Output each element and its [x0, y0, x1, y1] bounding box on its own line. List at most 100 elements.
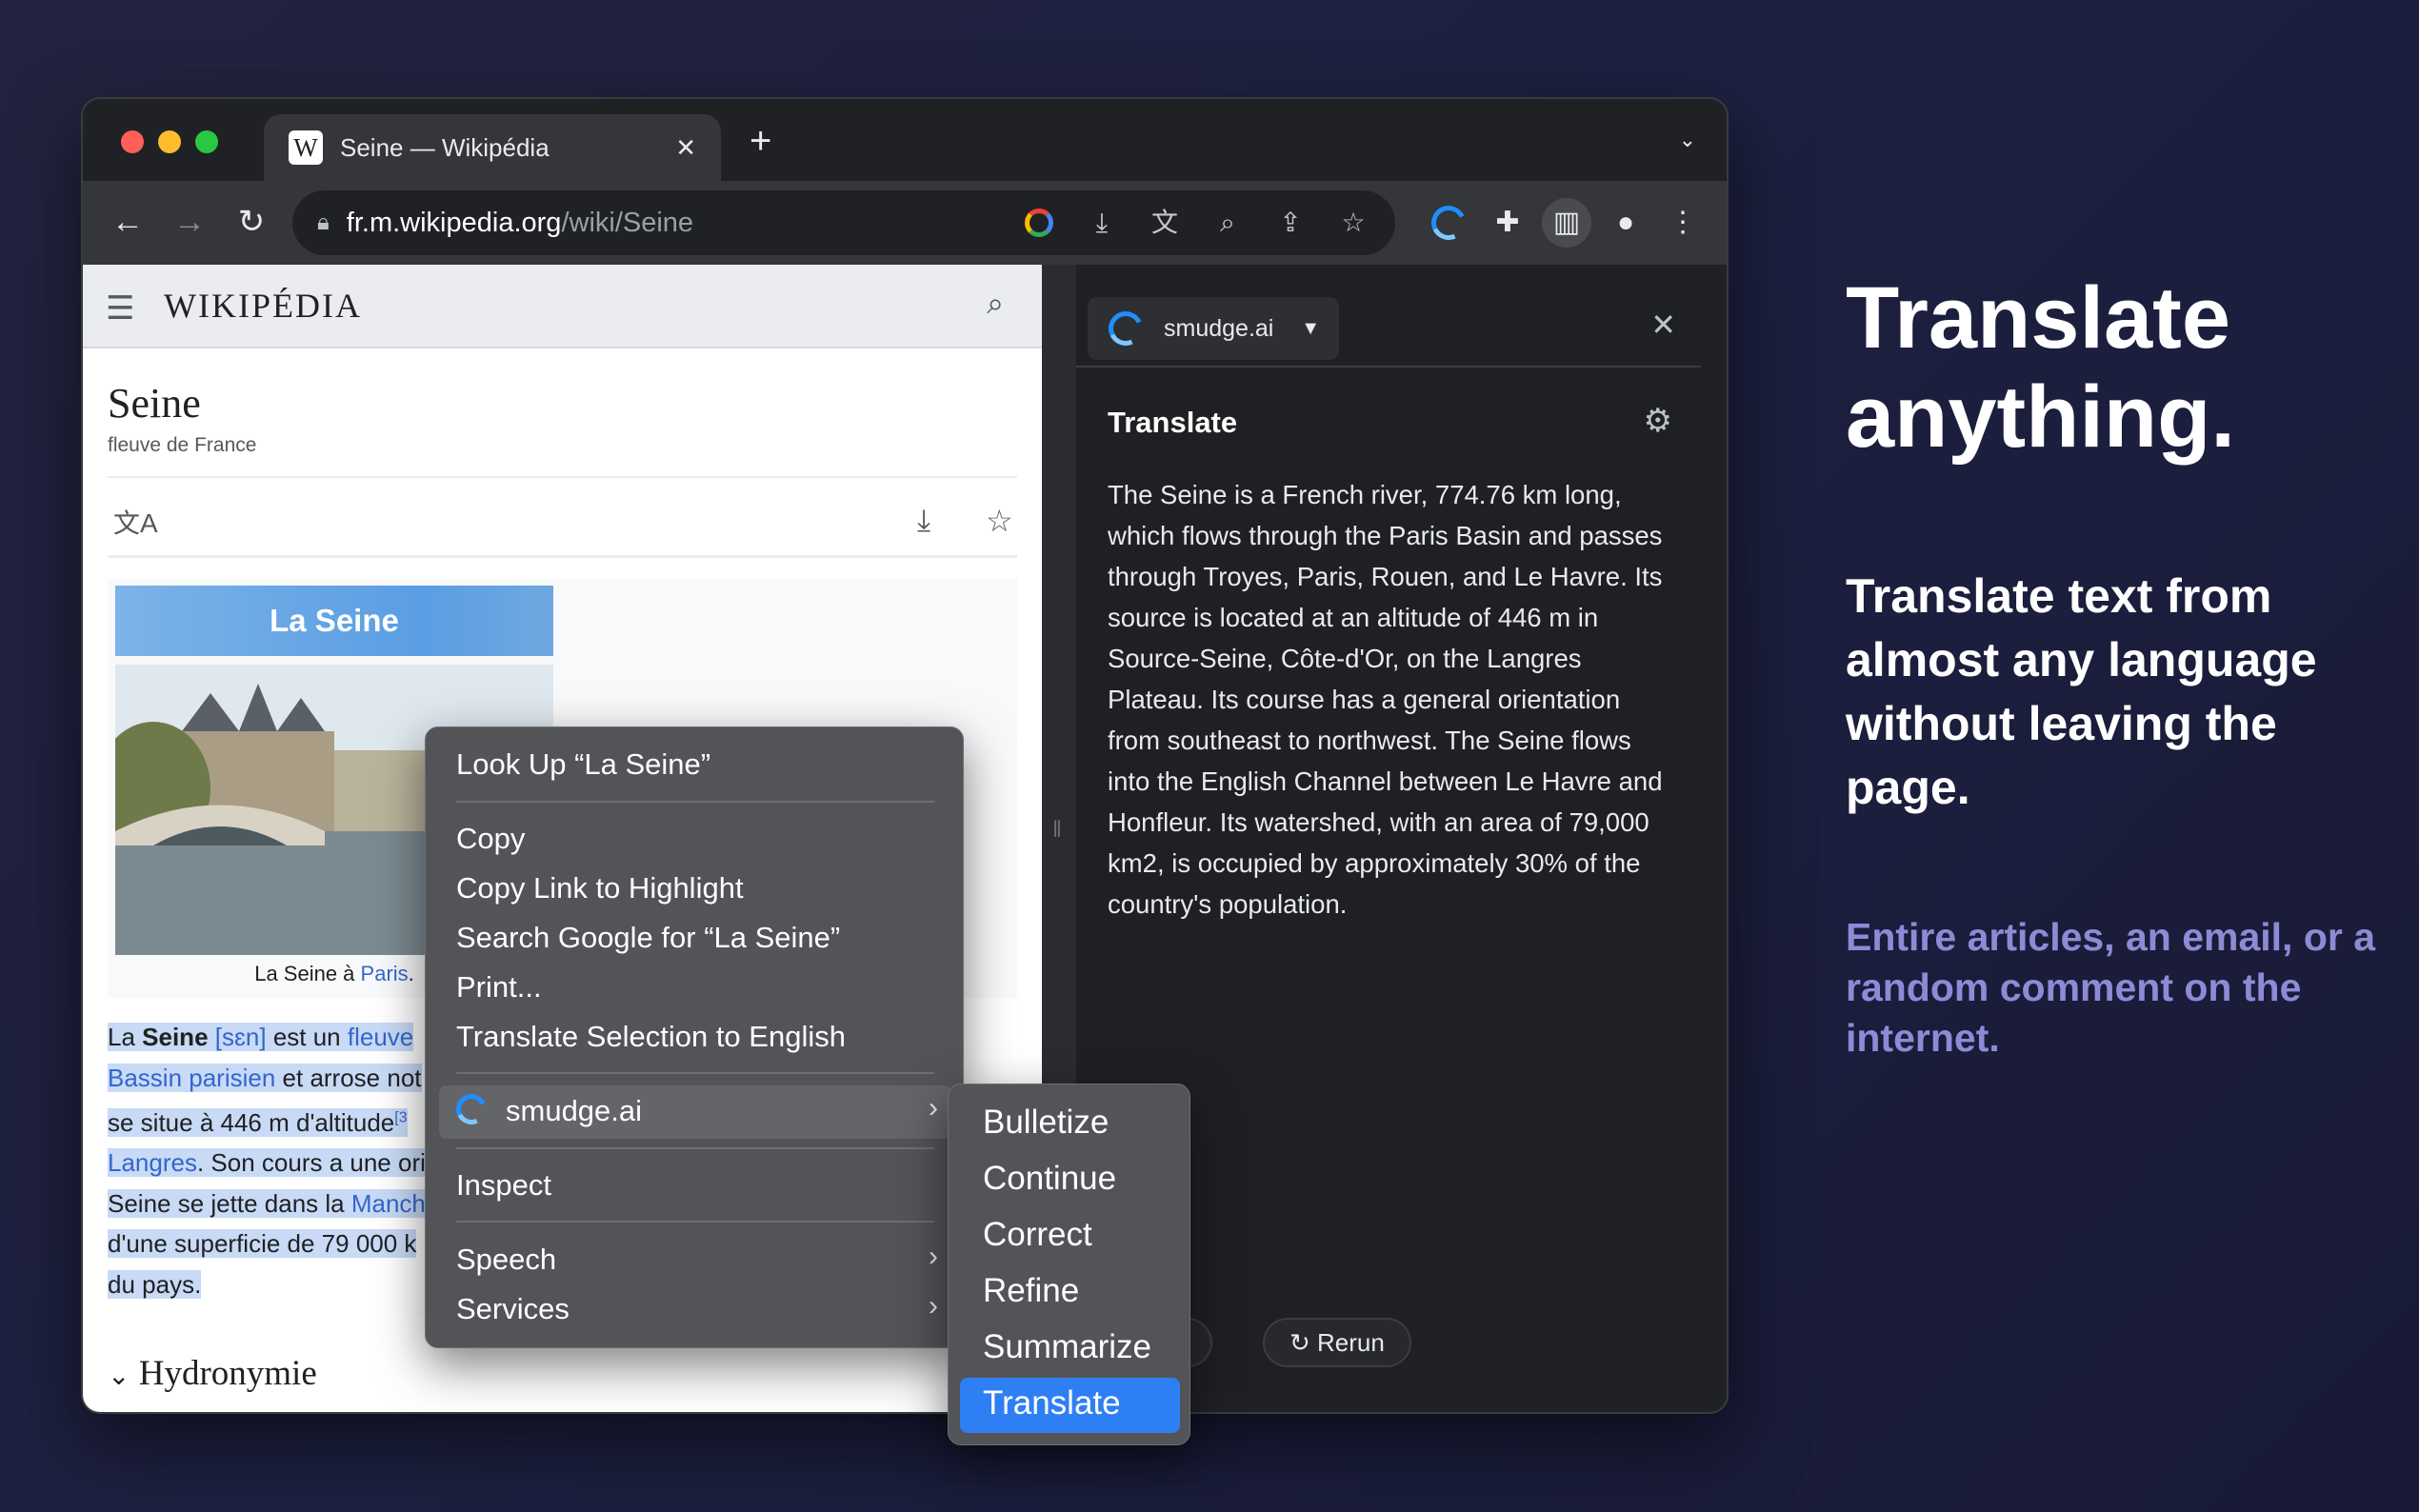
menu-item-print[interactable]: Print...: [456, 970, 542, 1005]
tab-close-icon[interactable]: ✕: [675, 133, 696, 163]
menu-item-smudge[interactable]: smudge.ai: [506, 1094, 642, 1128]
toolbar: ← → ↻ 🔒︎ fr.m.wikipedia.org/wiki/Seine ⤓…: [83, 181, 1727, 265]
minimize-window-button[interactable]: [158, 130, 181, 153]
new-tab-button[interactable]: +: [750, 120, 771, 163]
address-bar[interactable]: 🔒︎ fr.m.wikipedia.org/wiki/Seine ⤓ 文 ⌕ ⇪…: [292, 190, 1395, 255]
menu-separator: [456, 801, 934, 803]
wikipedia-logo[interactable]: WIKIPÉDIA: [164, 286, 362, 326]
url-path: /wiki/Seine: [561, 208, 693, 238]
link-bassin-parisien[interactable]: Bassin parisien: [108, 1064, 275, 1092]
wikipedia-favicon-icon: W: [289, 130, 323, 165]
tab-title: Seine — Wikipédia: [340, 133, 675, 163]
language-icon[interactable]: 文A: [113, 503, 158, 541]
link-manche[interactable]: Manch: [351, 1189, 426, 1218]
close-icon[interactable]: ✕: [1650, 307, 1676, 343]
reload-icon[interactable]: ↻: [228, 198, 275, 246]
translate-page-icon[interactable]: 文: [1142, 200, 1188, 246]
chevron-right-icon: ›: [929, 1092, 938, 1124]
marketing-title: Translate anything.: [1846, 269, 2379, 467]
bookmark-star-icon[interactable]: ☆: [1330, 200, 1376, 246]
page-title: Seine: [108, 379, 201, 428]
context-menu: Look Up “La Seine” Copy Copy Link to Hig…: [425, 726, 964, 1348]
marketing-subtitle: Translate text from almost any language …: [1846, 565, 2379, 820]
url-text[interactable]: fr.m.wikipedia.org/wiki/Seine: [347, 208, 693, 239]
reference-link[interactable]: [3: [394, 1109, 407, 1125]
menu-item-services[interactable]: Services: [456, 1292, 570, 1326]
hamburger-menu-icon[interactable]: ☰: [106, 289, 134, 328]
submenu-item-summarize[interactable]: Summarize: [983, 1328, 1151, 1366]
para-text: La: [108, 1023, 142, 1051]
chevron-right-icon: ›: [929, 1290, 938, 1323]
lock-icon: 🔒︎: [317, 209, 330, 236]
rerun-button[interactable]: ↻ Rerun: [1263, 1318, 1411, 1367]
side-panel-title: Translate: [1108, 406, 1237, 440]
watch-star-icon[interactable]: ☆: [986, 503, 1013, 539]
download-icon[interactable]: ⤓: [917, 503, 930, 539]
translation-output: The Seine is a French river, 774.76 km l…: [1108, 474, 1679, 925]
submenu-item-translate[interactable]: Translate: [983, 1384, 1121, 1422]
smudge-submenu: Bulletize Continue Correct Refine Summar…: [948, 1084, 1190, 1445]
side-panel-header: smudge.ai ▼ ✕: [1076, 288, 1701, 368]
submenu-item-correct[interactable]: Correct: [983, 1216, 1092, 1254]
install-app-icon[interactable]: ⤓: [1079, 200, 1125, 246]
para-text: du pays.: [108, 1270, 201, 1299]
caption-end: .: [409, 962, 414, 985]
google-lens-icon[interactable]: [1016, 200, 1062, 246]
submenu-item-refine[interactable]: Refine: [983, 1272, 1079, 1310]
profile-avatar-icon[interactable]: ●: [1601, 198, 1650, 248]
search-icon[interactable]: ⌕: [987, 286, 1004, 322]
divider: [108, 476, 1017, 478]
submenu-item-bulletize[interactable]: Bulletize: [983, 1104, 1109, 1142]
section-heading[interactable]: ⌄ Hydronymie: [108, 1353, 317, 1394]
side-panel-icon[interactable]: ▥: [1542, 198, 1591, 248]
para-text: . Son cours a une ori: [197, 1148, 426, 1177]
rerun-label: Rerun: [1317, 1328, 1385, 1357]
forward-arrow-icon[interactable]: →: [166, 198, 213, 246]
back-arrow-icon[interactable]: ←: [104, 198, 151, 246]
zoom-window-button[interactable]: [195, 130, 218, 153]
para-text: et arrose not: [275, 1064, 421, 1092]
link-langres[interactable]: Langres: [108, 1148, 197, 1177]
resize-handle-icon[interactable]: ‖: [1049, 817, 1066, 855]
caret-down-icon: ▼: [1301, 318, 1320, 340]
side-panel-selector[interactable]: smudge.ai ▼: [1088, 297, 1339, 360]
submenu-item-continue[interactable]: Continue: [983, 1160, 1116, 1198]
ipa-link[interactable]: [sɛn]: [209, 1023, 267, 1051]
infobox-banner: La Seine: [115, 586, 553, 656]
share-icon[interactable]: ⇪: [1268, 200, 1313, 246]
menu-item-search-google[interactable]: Search Google for “La Seine”: [456, 921, 840, 955]
link-fleuve[interactable]: fleuve: [348, 1023, 413, 1051]
smudge-logo-icon: [456, 1094, 487, 1132]
para-text: d'une superficie de 79 000 k: [108, 1229, 416, 1258]
tab-search-chevron-icon[interactable]: ⌄: [1679, 128, 1696, 152]
zoom-icon[interactable]: ⌕: [1205, 200, 1250, 246]
para-bold: Seine: [142, 1023, 208, 1051]
divider: [108, 555, 1017, 558]
menu-item-copy[interactable]: Copy: [456, 822, 525, 856]
para-text: est un: [267, 1023, 348, 1051]
caption-link-paris[interactable]: Paris: [361, 962, 409, 985]
tab-wikipedia[interactable]: W Seine — Wikipédia ✕: [264, 114, 721, 181]
smudge-extension-icon[interactable]: [1424, 198, 1473, 248]
extensions-puzzle-icon[interactable]: ✚: [1483, 198, 1532, 248]
menu-item-inspect[interactable]: Inspect: [456, 1168, 551, 1203]
menu-item-look-up[interactable]: Look Up “La Seine”: [456, 747, 710, 782]
menu-item-copy-link[interactable]: Copy Link to Highlight: [456, 871, 744, 905]
menu-item-translate-selection[interactable]: Translate Selection to English: [456, 1020, 846, 1054]
page-actions: 文A ⤓ ☆ ✎: [108, 493, 1017, 554]
menu-separator: [456, 1221, 934, 1223]
menu-separator: [456, 1147, 934, 1149]
tab-bar: W Seine — Wikipédia ✕ + ⌄: [83, 99, 1727, 181]
close-window-button[interactable]: [121, 130, 144, 153]
rerun-icon: ↻: [1289, 1328, 1317, 1357]
marketing-description: Entire articles, an email, or a random c…: [1846, 912, 2398, 1064]
url-host: fr.m.wikipedia.org: [347, 208, 562, 238]
wiki-header: ☰ WIKIPÉDIA ⌕: [83, 265, 1042, 348]
para-text: Seine se jette dans la: [108, 1189, 351, 1218]
menu-separator: [456, 1072, 934, 1074]
gear-icon[interactable]: ⚙: [1644, 402, 1672, 440]
menu-item-speech[interactable]: Speech: [456, 1243, 556, 1277]
section-title: Hydronymie: [139, 1354, 317, 1393]
more-menu-icon[interactable]: ⋮: [1658, 198, 1708, 248]
caption-text: La Seine à: [254, 962, 360, 985]
